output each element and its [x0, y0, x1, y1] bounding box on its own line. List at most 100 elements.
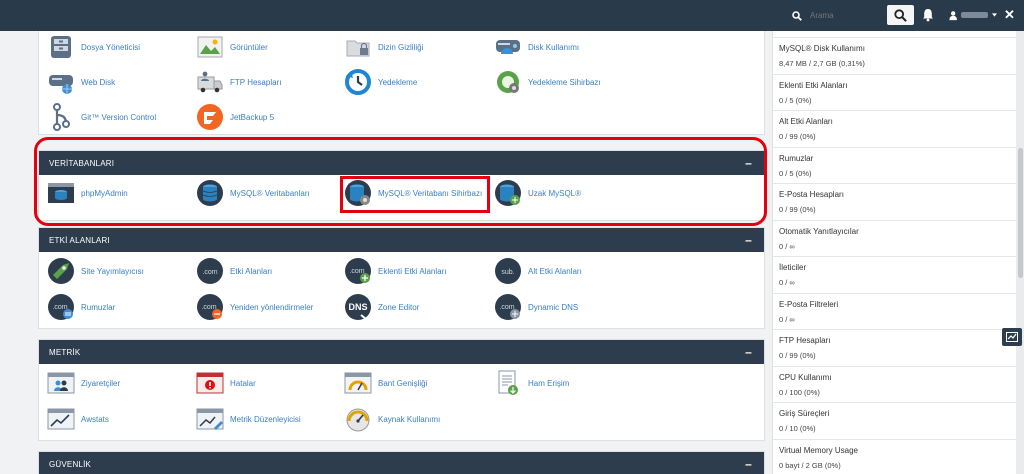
redirects-link[interactable]: .com Yeniden yönlendirmeler — [196, 293, 313, 321]
file-manager-link[interactable]: Dosya Yöneticisi — [47, 33, 140, 61]
domains-label: Etki Alanları — [230, 266, 273, 276]
user-menu[interactable] — [949, 8, 997, 22]
backup-link[interactable]: Yedekleme — [344, 68, 417, 96]
files-panel: Dosya Yöneticisi Görüntüler Dizin Gizlil… — [38, 31, 765, 135]
stat-spacer — [773, 31, 1016, 38]
phpmyadmin-link[interactable]: phpMyAdmin — [47, 179, 128, 207]
search-button[interactable] — [887, 5, 914, 25]
stat-item[interactable]: CPU Kullanımı 0 / 100 (0%) — [773, 367, 1016, 403]
search-input[interactable] — [804, 7, 876, 24]
databases-header[interactable]: VERİTABANLARI – — [39, 151, 764, 175]
directory-privacy-icon — [344, 33, 372, 61]
mysql-wizard-link[interactable]: MySQL® Veritabanı Sihirbazı — [344, 179, 482, 207]
stat-item[interactable]: E-Posta Hesapları 0 / 99 (0%) — [773, 184, 1016, 221]
resource-usage-link[interactable]: Kaynak Kullanımı — [344, 405, 440, 433]
raw-access-link[interactable]: Ham Erişim — [494, 369, 569, 397]
stat-value: 0 / 99 (0%) — [779, 205, 816, 214]
stat-item[interactable]: MySQL® Disk Kullanımı 8,47 MB / 2,7 GB (0… — [773, 38, 1016, 75]
mysql-databases-link[interactable]: MySQL® Veritabanları — [196, 179, 310, 207]
stat-item[interactable]: Alt Etki Alanları 0 / 99 (0%) — [773, 111, 1016, 148]
web-disk-link[interactable]: Web Disk — [47, 68, 115, 96]
stat-item[interactable]: Otomatik Yanıtlayıcılar 0 / ∞ — [773, 221, 1016, 257]
collapse-icon[interactable]: – — [745, 234, 752, 246]
redirects-label: Yeniden yönlendirmeler — [230, 302, 314, 312]
collapse-icon[interactable]: – — [745, 346, 752, 358]
metrics-title: METRİK — [49, 347, 81, 357]
stat-item[interactable]: İleticiler 0 / ∞ — [773, 257, 1016, 294]
awstats-icon — [47, 405, 75, 433]
errors-link[interactable]: Hatalar — [196, 369, 256, 397]
stat-item[interactable]: Rumuzlar 0 / 5 (0%) — [773, 148, 1016, 184]
site-publisher-link[interactable]: Site Yayımlayıcısı — [47, 257, 144, 285]
awstats-link[interactable]: Awstats — [47, 405, 109, 433]
stat-value: 0 bayt / 2 GB (0%) — [779, 460, 841, 470]
stat-value: 0 / 10 (0%) — [779, 424, 816, 433]
stats-chart-icon[interactable] — [1002, 328, 1022, 346]
images-link[interactable]: Görüntüler — [196, 33, 268, 61]
domains-link[interactable]: .com Etki Alanları — [196, 257, 272, 285]
disk-usage-label: Disk Kullanımı — [528, 42, 580, 52]
zone-editor-label: Zone Editor — [378, 302, 420, 312]
remote-mysql-link[interactable]: Uzak MySQL® — [494, 179, 581, 207]
jetbackup-link[interactable]: JetBackup 5 — [196, 103, 274, 131]
stat-item[interactable]: Eklenti Etki Alanları 0 / 5 (0%) — [773, 75, 1016, 111]
stat-item[interactable]: Virtual Memory Usage 0 bayt / 2 GB (0%) — [773, 440, 1016, 474]
stat-value: 8,47 MB / 2,7 GB (0,31%) — [779, 59, 865, 68]
directory-privacy-link[interactable]: Dizin Gizliliği — [344, 33, 423, 61]
metrics-editor-label: Metrik Düzenleyicisi — [230, 414, 301, 424]
subdomains-icon: sub. — [494, 257, 522, 285]
git-link[interactable]: Git™ Version Control — [47, 103, 156, 131]
images-label: Görüntüler — [230, 42, 268, 52]
images-icon — [196, 33, 224, 61]
metrics-editor-link[interactable]: Metrik Düzenleyicisi — [196, 405, 301, 433]
domains-header[interactable]: ETKİ ALANLARI – — [39, 228, 764, 252]
stat-title: Virtual Memory Usage — [779, 445, 858, 455]
mysql-databases-icon — [196, 179, 224, 207]
stat-title: CPU Kullanımı — [779, 372, 832, 382]
security-header[interactable]: GÜVENLİK – — [39, 452, 764, 474]
scrollbar-thumb[interactable] — [1018, 148, 1023, 278]
disk-usage-link[interactable]: Disk Kullanımı — [494, 33, 579, 61]
left-gutter — [0, 31, 14, 474]
errors-icon — [196, 369, 224, 397]
zone-editor-icon: DNS — [344, 293, 372, 321]
visitors-link[interactable]: Ziyaretçiler — [47, 369, 120, 397]
stat-item[interactable]: E-Posta Filtreleri 0 / ∞ — [773, 294, 1016, 330]
addon-domains-label: Eklenti Etki Alanları — [378, 266, 447, 276]
svg-text:sub.: sub. — [501, 269, 514, 276]
mysql-wizard-icon — [344, 179, 372, 207]
stat-value: 0 / 5 (0%) — [779, 95, 812, 105]
domains-icon: .com — [196, 257, 224, 285]
jetbackup-label: JetBackup 5 — [230, 112, 275, 122]
resource-usage-label: Kaynak Kullanımı — [378, 414, 441, 424]
bandwidth-link[interactable]: Bant Genişliği — [344, 369, 427, 397]
stat-value: 0 / ∞ — [779, 314, 795, 324]
stat-title: E-Posta Hesapları — [779, 190, 844, 199]
stat-item[interactable]: FTP Hesapları 0 / 99 (0%) — [773, 330, 1016, 367]
dynamic-dns-icon: .com — [494, 293, 522, 321]
stat-item[interactable]: Giriş Süreçleri 0 / 10 (0%) — [773, 403, 1016, 440]
aliases-link[interactable]: .com Rumuzlar — [47, 293, 115, 321]
subdomains-link[interactable]: sub. Alt Etki Alanları — [494, 257, 582, 285]
addon-domains-link[interactable]: .com Eklenti Etki Alanları — [344, 257, 446, 285]
stat-title: Rumuzlar — [779, 153, 814, 163]
remote-mysql-icon — [494, 179, 522, 207]
collapse-icon[interactable]: – — [745, 157, 752, 169]
close-icon[interactable]: ✕ — [1004, 8, 1016, 22]
aliases-icon: .com — [47, 293, 75, 321]
site-publisher-label: Site Yayımlayıcısı — [81, 266, 144, 276]
ftp-accounts-label: FTP Hesapları — [230, 77, 282, 87]
zone-editor-link[interactable]: DNS Zone Editor — [344, 293, 419, 321]
notifications-bell-icon[interactable] — [922, 8, 934, 22]
search-icon — [790, 9, 804, 23]
search-box[interactable] — [790, 6, 876, 25]
bandwidth-label: Bant Genişliği — [378, 378, 428, 388]
databases-panel: VERİTABANLARI – phpMyAdmin MySQL® Verita… — [38, 150, 765, 221]
backup-wizard-link[interactable]: Yedekleme Sihirbazı — [494, 68, 601, 96]
git-icon — [47, 103, 75, 131]
phpmyadmin-label: phpMyAdmin — [81, 188, 128, 198]
dynamic-dns-link[interactable]: .com Dynamic DNS — [494, 293, 578, 321]
ftp-accounts-link[interactable]: FTP Hesapları — [196, 68, 281, 96]
collapse-icon[interactable]: – — [745, 458, 752, 470]
metrics-header[interactable]: METRİK – — [39, 340, 764, 364]
